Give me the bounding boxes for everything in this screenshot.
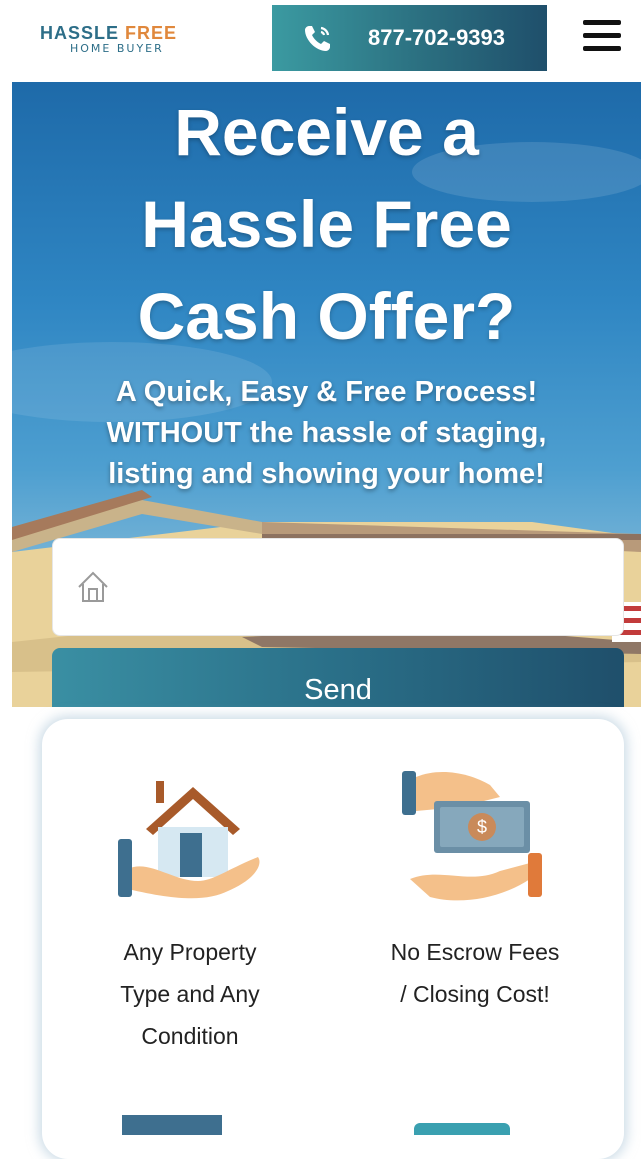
logo-tagline: HOME BUYER [70,42,164,55]
address-field[interactable] [52,538,624,636]
feature-icon-partial-right [414,1123,510,1135]
feature-no-escrow-fees: No Escrow Fees / Closing Cost! [390,939,560,1007]
site-header: HASSLE FREE HOME BUYER 877-702-9393 [0,0,641,82]
send-button[interactable]: Send [52,648,624,707]
feature-any-property: Any Property Type and Any Condition [120,939,260,1049]
hero-subtitle: A Quick, Easy & Free Process! WITHOUT th… [106,376,547,490]
phone-icon [305,26,330,51]
logo-wordmark: HASSLE FREE [40,23,178,43]
hamburger-menu-icon[interactable] [583,20,621,54]
hero-section: Receive a Hassle Free Cash Offer? A Quic… [12,82,641,707]
money-exchange-icon: $ [402,771,542,901]
site-logo[interactable]: HASSLE FREE HOME BUYER [40,24,220,64]
features-card: Any Property Type and Any Condition $ No… [42,719,624,1159]
house-in-hand-icon [118,781,260,899]
feature-icon-partial-left [122,1115,222,1135]
hero-title: Receive a Hassle Free Cash Offer? [137,95,516,353]
phone-number: 877-702-9393 [368,25,506,50]
address-input[interactable] [123,569,603,605]
home-icon [78,571,108,602]
svg-text:$: $ [477,817,487,837]
call-phone-button[interactable]: 877-702-9393 [272,5,547,71]
